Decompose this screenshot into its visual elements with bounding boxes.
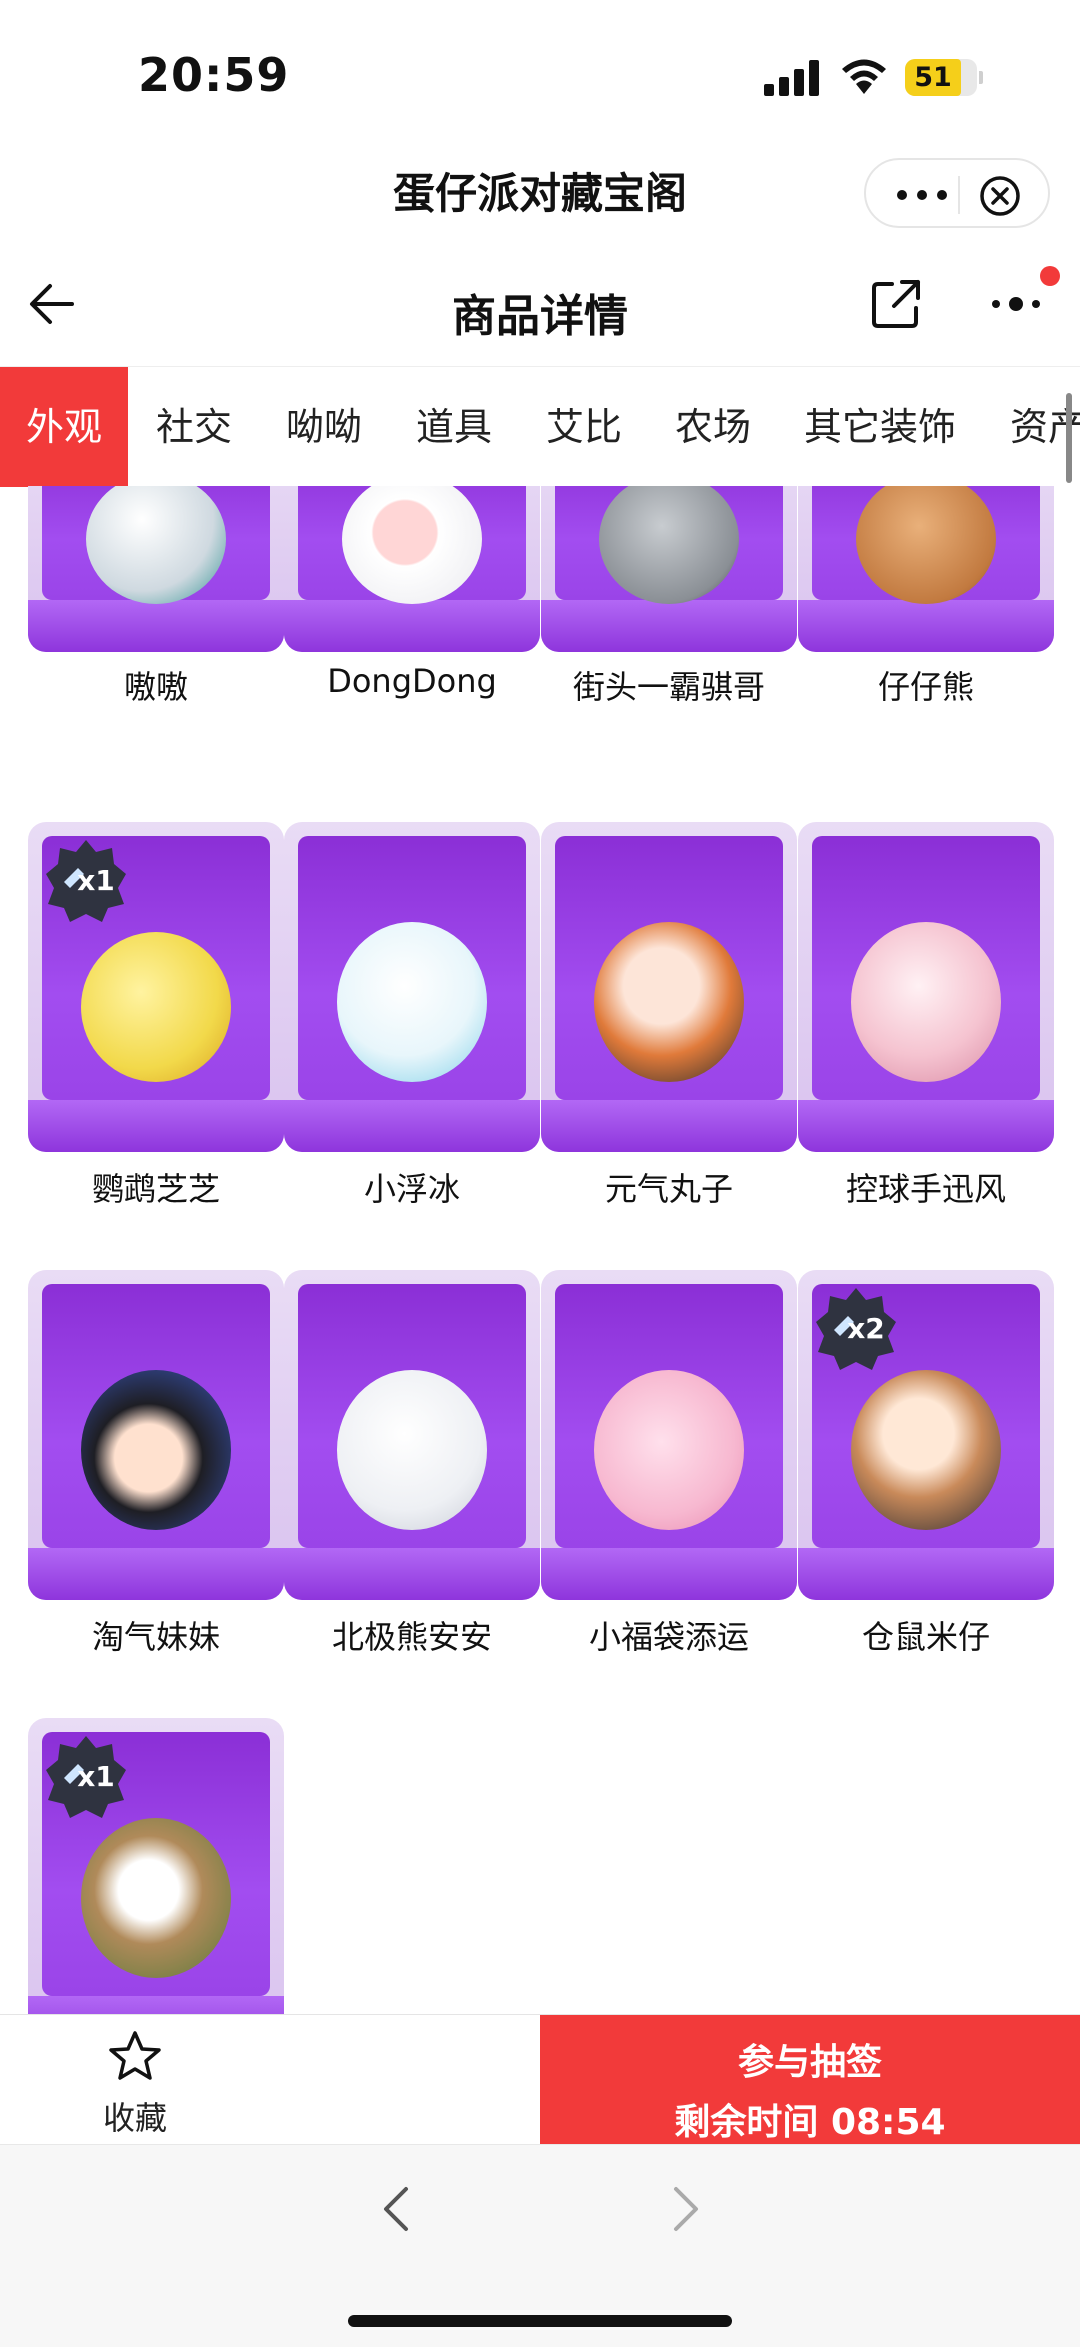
item-name: 嗷嗷	[123, 668, 188, 706]
toy-figure	[81, 1818, 231, 1978]
tab-farm[interactable]: 农场	[675, 367, 751, 487]
item-card[interactable]: x1	[28, 1718, 284, 2014]
join-draw-button[interactable]: 参与抽签 剩余时间 08:54	[540, 2015, 1080, 2145]
quantity-badge: x2	[814, 1286, 898, 1370]
quantity-badge: x1	[44, 1734, 128, 1818]
item-name: 仔仔熊	[877, 668, 974, 706]
item-name: 仓鼠米仔	[861, 1618, 990, 1656]
badge-count: x2	[847, 1311, 885, 1345]
toy-figure	[81, 932, 231, 1082]
more-dots-icon[interactable]	[892, 180, 952, 210]
chevron-left-icon[interactable]	[376, 2181, 416, 2237]
notification-dot	[1040, 266, 1060, 286]
item-name: 元气丸子	[604, 1170, 733, 1208]
item-card[interactable]: 小福袋添运	[541, 1270, 797, 1656]
star-icon	[109, 2031, 161, 2080]
status-time: 20:59	[138, 48, 290, 102]
item-card[interactable]: 元气丸子	[541, 822, 797, 1208]
tab-other-decor[interactable]: 其它装饰	[804, 367, 956, 487]
item-card[interactable]: 北极熊安安	[284, 1270, 540, 1656]
toy-figure	[337, 1370, 487, 1530]
item-name: 北极熊安安	[331, 1618, 492, 1656]
tab-props[interactable]: 道具	[416, 367, 492, 487]
status-bar: 20:59 51	[0, 0, 1080, 150]
close-circle-icon[interactable]	[978, 174, 1022, 218]
item-name: 小福袋添运	[588, 1618, 749, 1656]
toy-figure	[337, 922, 487, 1082]
category-tabs: 外观 社交 呦呦 道具 艾比 农场 其它装饰 资产	[0, 366, 1080, 487]
capsule-divider	[958, 176, 960, 214]
cellular-signal-icon	[764, 60, 820, 96]
item-name: DongDong	[327, 662, 497, 700]
tabs-scrollbar[interactable]	[1066, 393, 1072, 483]
toy-figure	[594, 1370, 744, 1530]
toy-figure	[594, 922, 744, 1082]
item-card[interactable]: 淘气妹妹	[28, 1270, 284, 1656]
mini-program-capsule[interactable]	[864, 158, 1050, 228]
item-card[interactable]: DongDong	[284, 486, 540, 734]
battery-indicator: 51	[905, 59, 983, 96]
draw-remaining-time: 剩余时间 08:54	[674, 2102, 946, 2143]
item-card[interactable]: 控球手迅风	[798, 822, 1054, 1208]
more-icon[interactable]	[990, 290, 1046, 318]
tab-aibi[interactable]: 艾比	[546, 367, 622, 487]
tab-social[interactable]: 社交	[156, 367, 232, 487]
nav-bar: 商品详情	[0, 250, 1080, 360]
bottom-action-bar: 收藏 参与抽签 剩余时间 08:54	[0, 2014, 1080, 2145]
item-name: 控球手迅风	[845, 1170, 1006, 1208]
toy-figure	[81, 1370, 231, 1530]
tab-youyou[interactable]: 呦呦	[286, 367, 362, 487]
toy-figure	[851, 1370, 1001, 1530]
item-name: 淘气妹妹	[91, 1618, 220, 1656]
wifi-icon	[842, 59, 886, 94]
draw-button-title: 参与抽签	[737, 2042, 882, 2083]
quantity-badge: x1	[44, 838, 128, 922]
item-card[interactable]: x1 鹦鹉芝芝	[28, 822, 284, 1208]
favorite-button[interactable]: 收藏	[80, 2029, 190, 2139]
item-card[interactable]: 仔仔熊	[798, 486, 1054, 734]
item-name: 街头一霸骐哥	[572, 668, 765, 706]
toy-figure	[851, 922, 1001, 1082]
badge-count: x1	[77, 863, 115, 897]
item-name: 小浮冰	[363, 1170, 460, 1208]
item-card[interactable]: x2 仓鼠米仔	[798, 1270, 1054, 1656]
item-name: 鹦鹉芝芝	[91, 1170, 220, 1208]
favorite-label: 收藏	[102, 2099, 167, 2137]
share-icon[interactable]	[868, 274, 926, 332]
browser-nav-bar	[0, 2144, 1080, 2347]
item-card[interactable]: 小浮冰	[284, 822, 540, 1208]
item-card[interactable]: 嗷嗷	[28, 486, 284, 734]
chevron-right-icon[interactable]	[666, 2181, 706, 2237]
badge-count: x1	[77, 1759, 115, 1793]
item-card[interactable]: 街头一霸骐哥	[541, 486, 797, 734]
tab-appearance[interactable]: 外观	[0, 367, 128, 487]
home-indicator	[348, 2315, 732, 2327]
battery-level: 51	[914, 62, 952, 93]
item-grid: 嗷嗷 DongDong 街头一霸骐哥 仔仔熊 x1 鹦鹉芝芝 小浮冰 元气丸子 …	[0, 486, 1080, 2014]
